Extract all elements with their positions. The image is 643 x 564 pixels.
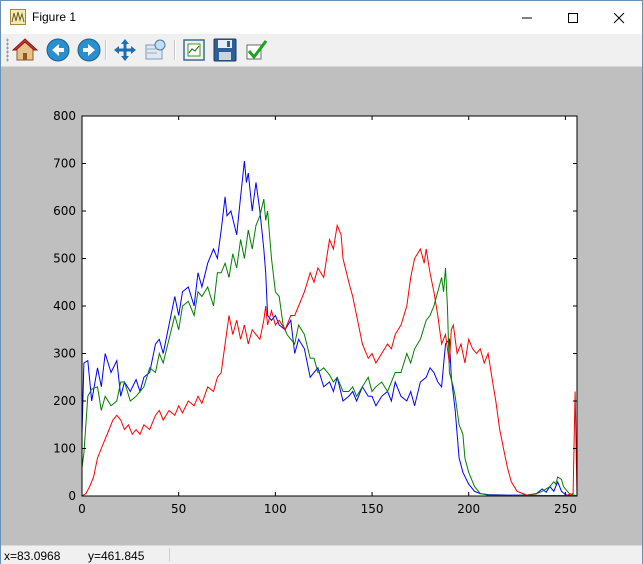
window-title: Figure 1 — [32, 10, 77, 24]
figure-canvas[interactable]: 0 50 100 150 200 250 0 100 200 300 400 500 600 700 800 — [1, 67, 642, 545]
save-button[interactable] — [212, 37, 238, 63]
subplots-config-icon — [183, 39, 205, 61]
back-arrow-icon — [46, 38, 70, 62]
close-icon — [613, 12, 625, 24]
zoom-button[interactable] — [143, 37, 169, 63]
cursor-y-readout: y=461.845 — [88, 549, 145, 563]
home-icon — [11, 38, 39, 61]
y-tick-label: 800 — [53, 109, 76, 123]
y-tick-label: 300 — [53, 347, 76, 361]
y-tick-label: 0 — [68, 489, 76, 503]
close-button[interactable] — [596, 1, 642, 34]
toolbar-separator — [174, 40, 176, 60]
status-bar: x=83.0968 y=461.845 — [1, 545, 642, 564]
forward-arrow-icon — [77, 38, 101, 62]
y-tick-label: 600 — [53, 204, 76, 218]
status-separator — [169, 548, 170, 562]
figure-app-icon — [10, 9, 26, 25]
toolbar-separator — [105, 40, 107, 60]
edit-axis-button[interactable] — [243, 37, 269, 63]
y-tick-label: 200 — [53, 394, 76, 408]
figure-window: Figure 1 0 50 100 150 200 250 0 100 200 … — [0, 0, 643, 564]
home-button[interactable] — [11, 37, 39, 63]
x-tick-label: 50 — [171, 502, 186, 516]
pan-arrows-icon — [114, 39, 136, 61]
x-tick-label: 100 — [264, 502, 287, 516]
histogram-chart[interactable]: 0 50 100 150 200 250 0 100 200 300 400 500 600 700 800 — [1, 67, 642, 545]
x-tick-label: 150 — [361, 502, 384, 516]
pan-button[interactable] — [112, 37, 138, 63]
title-bar[interactable]: Figure 1 — [1, 1, 642, 34]
maximize-button[interactable] — [550, 1, 596, 34]
y-tick-label: 700 — [53, 157, 76, 171]
zoom-rect-icon — [145, 39, 166, 60]
minimize-icon — [522, 17, 532, 19]
toolbar-grip[interactable] — [6, 38, 9, 62]
y-tick-label: 100 — [53, 442, 76, 456]
forward-button[interactable] — [76, 37, 102, 63]
y-tick-label: 500 — [53, 252, 76, 266]
back-button[interactable] — [45, 37, 71, 63]
navigation-toolbar — [1, 34, 642, 67]
cursor-x-readout: x=83.0968 — [4, 549, 61, 563]
x-tick-label: 250 — [554, 502, 577, 516]
floppy-disk-icon — [213, 38, 237, 62]
y-tick-label: 400 — [53, 299, 76, 313]
x-tick-label: 200 — [457, 502, 480, 516]
checkmark-icon — [246, 40, 268, 60]
minimize-button[interactable] — [504, 1, 550, 34]
x-tick-label: 0 — [78, 502, 86, 516]
axes-background — [82, 116, 577, 496]
maximize-icon — [568, 13, 578, 24]
subplots-button[interactable] — [181, 37, 207, 63]
